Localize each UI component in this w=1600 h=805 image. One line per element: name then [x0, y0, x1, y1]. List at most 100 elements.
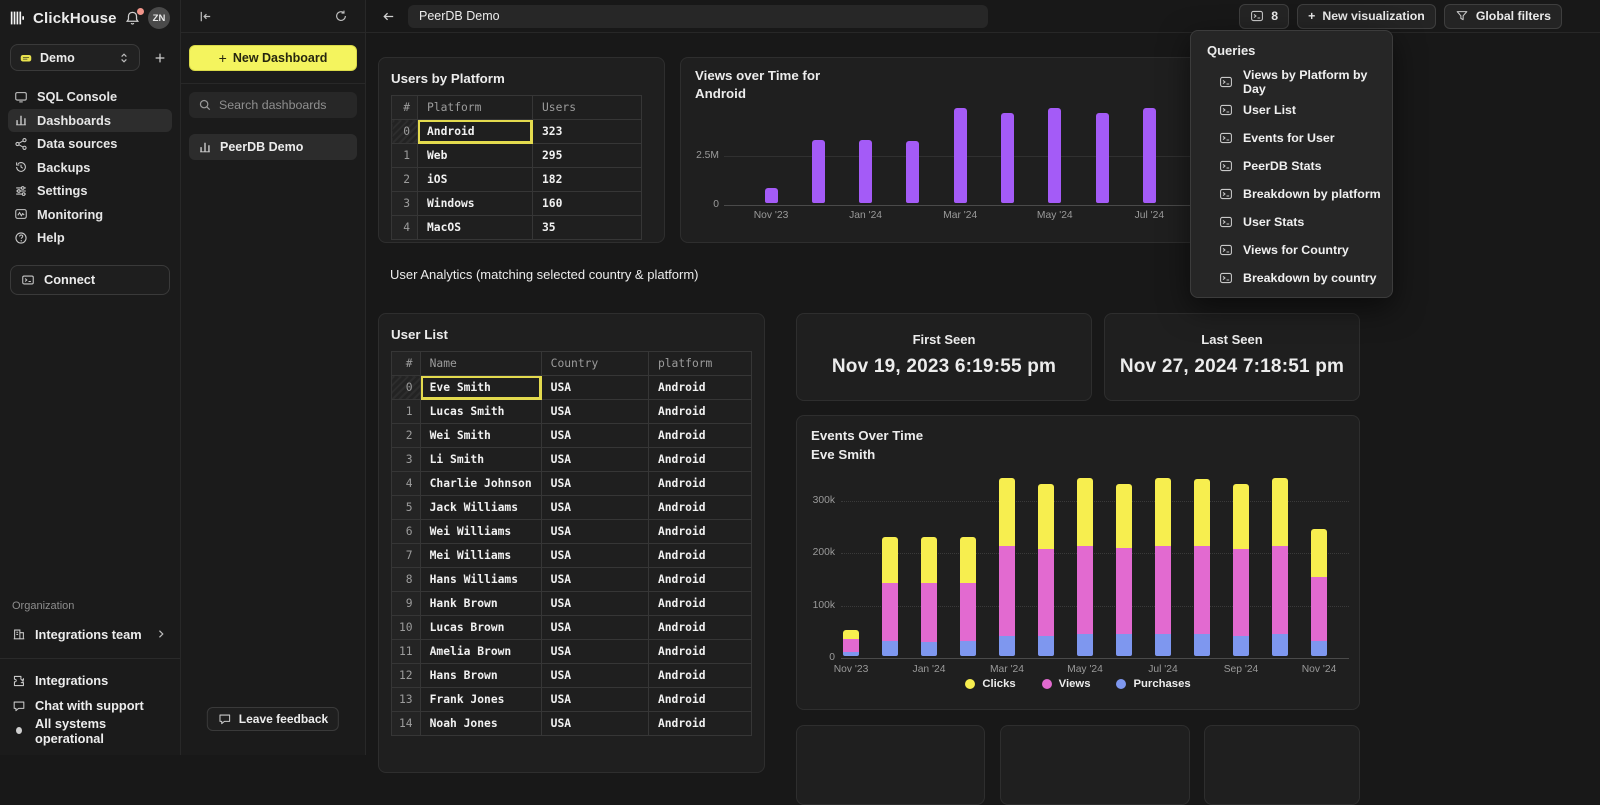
query-item-breakdown-by-country[interactable]: Breakdown by country — [1191, 264, 1392, 292]
table-cell[interactable]: Frank Jones — [420, 688, 541, 712]
collapse-panel-icon[interactable] — [195, 6, 215, 26]
back-arrow-icon[interactable] — [378, 6, 398, 26]
chart-bar-may-24[interactable] — [1048, 108, 1061, 203]
bar-segment-purchases-nov-23[interactable] — [843, 652, 859, 656]
notifications-bell-icon[interactable] — [124, 10, 141, 27]
bar-segment-views-may-24[interactable] — [1077, 546, 1093, 634]
workspace-select[interactable]: Demo — [10, 44, 140, 71]
table-cell[interactable]: Windows — [418, 192, 533, 216]
query-item-views-by-platform-by-day[interactable]: Views by Platform by Day — [1191, 68, 1392, 96]
legend-item-clicks[interactable]: Clicks — [965, 678, 1015, 690]
chart-bar-nov-23[interactable] — [765, 188, 778, 203]
bar-segment-purchases-jul-24[interactable] — [1155, 634, 1171, 656]
sidebar-item-data-sources[interactable]: Data sources — [8, 132, 172, 156]
connect-button[interactable]: Connect — [10, 265, 170, 295]
table-cell[interactable]: Lucas Smith — [420, 400, 541, 424]
bar-segment-views-apr-24[interactable] — [1038, 549, 1054, 636]
table-cell[interactable]: Android — [648, 496, 751, 520]
table-cell[interactable]: Noah Jones — [420, 712, 541, 736]
dashboard-title-input[interactable] — [408, 5, 988, 28]
table-cell[interactable]: USA — [541, 448, 648, 472]
query-item-breakdown-by-platform[interactable]: Breakdown by platform — [1191, 180, 1392, 208]
chart-bar-mar-24[interactable] — [954, 108, 967, 203]
table-header-name[interactable]: Name — [420, 352, 541, 376]
table-header-platform[interactable]: Platform — [418, 96, 533, 120]
table-cell[interactable]: MacOS — [418, 216, 533, 240]
bar-segment-views-oct-24[interactable] — [1272, 546, 1288, 634]
legend-item-purchases[interactable]: Purchases — [1116, 678, 1190, 690]
legend-item-views[interactable]: Views — [1042, 678, 1091, 690]
table-cell[interactable]: 160 — [533, 192, 642, 216]
table-cell[interactable]: Wei Williams — [420, 520, 541, 544]
bar-segment-views-jul-24[interactable] — [1155, 546, 1171, 634]
table-cell[interactable]: USA — [541, 376, 648, 400]
table-cell[interactable]: 295 — [533, 144, 642, 168]
bar-segment-purchases-apr-24[interactable] — [1038, 636, 1054, 656]
chart-bar-jun-24[interactable] — [1096, 113, 1109, 203]
bar-segment-views-sep-24[interactable] — [1233, 549, 1249, 636]
table-header-index[interactable]: # — [392, 352, 421, 376]
search-input[interactable] — [219, 98, 348, 112]
bar-segment-clicks-mar-24[interactable] — [999, 478, 1015, 546]
table-cell[interactable]: Android — [648, 544, 751, 568]
query-item-views-for-country[interactable]: Views for Country — [1191, 236, 1392, 264]
bar-segment-clicks-sep-24[interactable] — [1233, 484, 1249, 549]
table-cell[interactable]: Android — [418, 120, 533, 144]
table-cell[interactable]: Hank Brown — [420, 592, 541, 616]
bar-segment-views-feb-24[interactable] — [960, 583, 976, 641]
bar-segment-clicks-jan-24[interactable] — [921, 537, 937, 583]
sidebar-item-chat-with-support[interactable]: Chat with support — [0, 693, 180, 718]
bar-segment-views-nov-24[interactable] — [1311, 577, 1327, 641]
table-cell[interactable]: USA — [541, 496, 648, 520]
new-visualization-button[interactable]: + New visualization — [1297, 4, 1436, 29]
table-cell[interactable]: USA — [541, 424, 648, 448]
bar-segment-views-dec-23[interactable] — [882, 583, 898, 641]
table-cell[interactable]: USA — [541, 520, 648, 544]
sidebar-item-all-systems-operational[interactable]: All systems operational — [0, 718, 180, 743]
bar-segment-views-aug-24[interactable] — [1194, 546, 1210, 634]
table-cell[interactable]: Android — [648, 424, 751, 448]
table-cell[interactable]: Li Smith — [420, 448, 541, 472]
table-cell[interactable]: USA — [541, 640, 648, 664]
bar-segment-purchases-jan-24[interactable] — [921, 642, 937, 656]
table-cell[interactable]: 182 — [533, 168, 642, 192]
sidebar-item-monitoring[interactable]: Monitoring — [8, 203, 172, 227]
bar-segment-clicks-nov-24[interactable] — [1311, 529, 1327, 577]
table-cell[interactable]: Amelia Brown — [420, 640, 541, 664]
table-cell[interactable]: Android — [648, 664, 751, 688]
query-item-user-list[interactable]: User List — [1191, 96, 1392, 124]
table-cell[interactable]: USA — [541, 568, 648, 592]
table-cell[interactable]: Jack Williams — [420, 496, 541, 520]
sidebar-item-help[interactable]: Help — [8, 226, 172, 250]
add-workspace-button[interactable] — [150, 48, 170, 68]
table-cell[interactable]: USA — [541, 712, 648, 736]
table-cell[interactable]: Android — [648, 568, 751, 592]
leave-feedback-button[interactable]: Leave feedback — [207, 707, 339, 731]
table-cell[interactable]: 35 — [533, 216, 642, 240]
table-cell[interactable]: Hans Williams — [420, 568, 541, 592]
chart-bar-feb-24[interactable] — [906, 141, 919, 203]
bar-segment-views-mar-24[interactable] — [999, 546, 1015, 636]
avatar[interactable]: ZN — [148, 7, 170, 29]
query-item-peerdb-stats[interactable]: PeerDB Stats — [1191, 152, 1392, 180]
table-cell[interactable]: Mei Williams — [420, 544, 541, 568]
global-filters-button[interactable]: Global filters — [1444, 4, 1562, 29]
table-cell[interactable]: Android — [648, 640, 751, 664]
table-cell[interactable]: Android — [648, 472, 751, 496]
table-header-users[interactable]: Users — [533, 96, 642, 120]
bar-segment-purchases-aug-24[interactable] — [1194, 634, 1210, 656]
bar-segment-clicks-apr-24[interactable] — [1038, 484, 1054, 549]
dashboard-item-peerdb-demo[interactable]: PeerDB Demo — [189, 134, 357, 160]
bar-segment-purchases-nov-24[interactable] — [1311, 641, 1327, 656]
bar-segment-clicks-nov-23[interactable] — [843, 630, 859, 639]
table-cell[interactable]: Web — [418, 144, 533, 168]
table-cell[interactable]: Android — [648, 376, 751, 400]
table-header-index[interactable]: # — [392, 96, 418, 120]
table-cell[interactable]: Android — [648, 400, 751, 424]
sidebar-item-integrations[interactable]: Integrations — [0, 668, 180, 693]
bar-segment-purchases-jun-24[interactable] — [1116, 634, 1132, 656]
bar-segment-purchases-feb-24[interactable] — [960, 641, 976, 656]
bar-segment-views-nov-23[interactable] — [843, 639, 859, 652]
bar-segment-purchases-sep-24[interactable] — [1233, 636, 1249, 656]
bar-segment-clicks-aug-24[interactable] — [1194, 479, 1210, 546]
